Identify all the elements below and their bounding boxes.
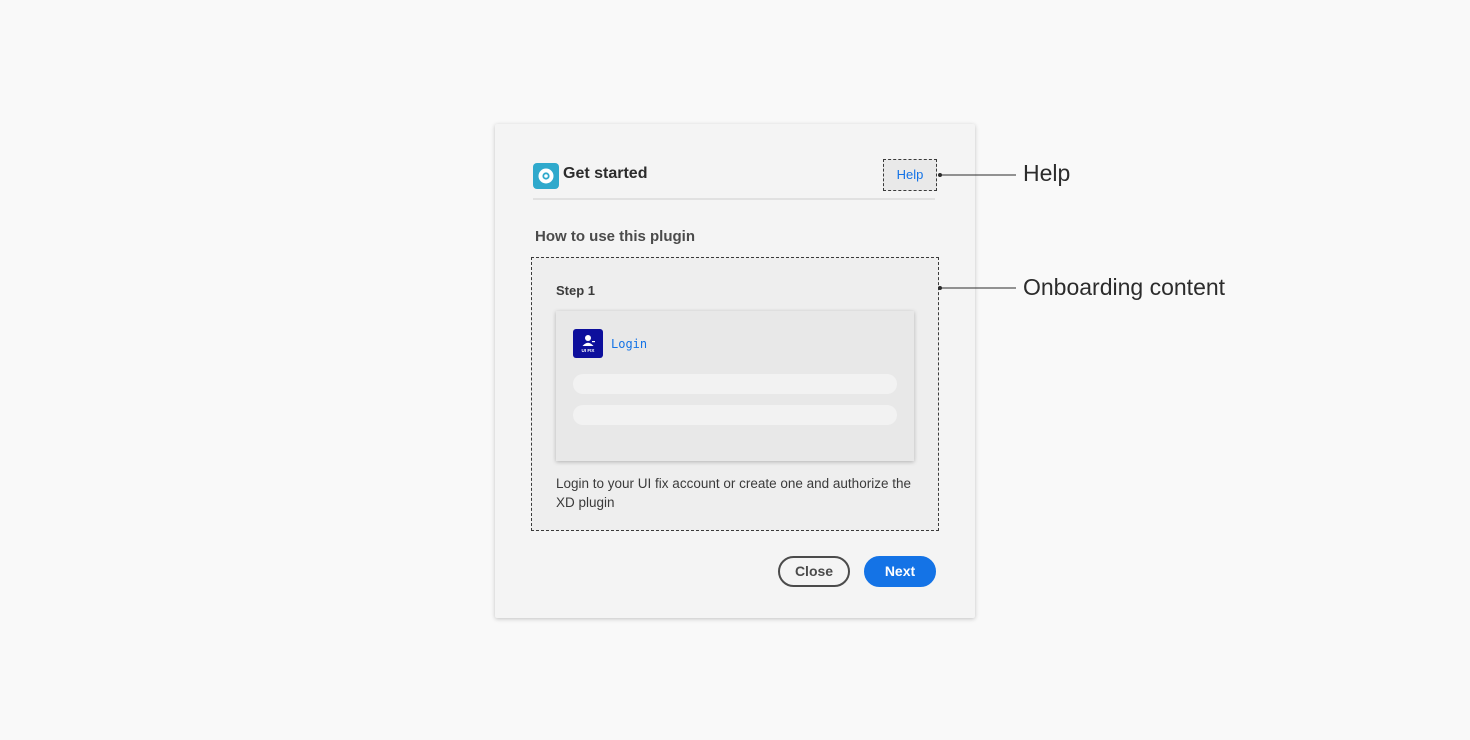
onboarding-annotation-line: [938, 286, 1016, 290]
annotation-lines: [938, 173, 1016, 290]
onboarding-annotation-label: Onboarding content: [1023, 274, 1226, 300]
help-annotation-line: [938, 173, 1016, 177]
page: Get started Help How to use this plugin …: [0, 0, 1470, 740]
help-annotation-label: Help: [1023, 160, 1071, 186]
